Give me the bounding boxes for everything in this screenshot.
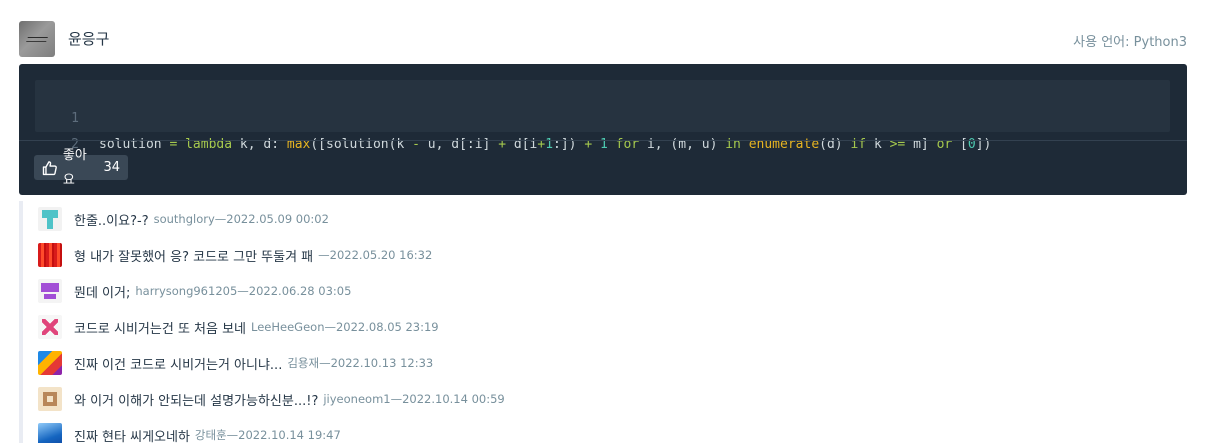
avatar[interactable] [38,279,62,303]
comment-text: 형 내가 잘못했어 응? 코드로 그만 뚜둘겨 패 [74,249,314,265]
comment-item: 코드로 시비거는건 또 처음 보네 LeeHeeGeon—2022.08.05 … [38,315,439,339]
comment-meta: 강태훈—2022.10.14 19:47 [194,428,341,442]
thumbs-up-icon [42,160,57,175]
comment-meta: 김용재—2022.10.13 12:33 [287,356,434,370]
avatar[interactable] [38,207,62,231]
solution-header: 윤응구 사용 언어: Python3 [19,21,1187,57]
comment-item: 진짜 이건 코드로 시비거는거 아니냐... 김용재—2022.10.13 12… [38,351,433,375]
solution-panel: 1 solution = lambda k, d: max([solution(… [19,64,1187,195]
like-button[interactable]: 좋아요 34 [34,148,128,188]
comment-text: 진짜 이건 코드로 시비거는거 아니냐... [74,357,283,373]
comment-item: 뭔데 이거; harrysong961205—2022.06.28 03:05 [38,279,351,303]
comment-text: 와 이거 이해가 안되는데 설명가능하신분...!? [74,393,319,409]
comment-meta: harrysong961205—2022.06.28 03:05 [135,284,352,298]
comment-meta: jiyeoneom1—2022.10.14 00:59 [323,392,505,406]
avatar[interactable] [38,243,62,267]
comment-text: 한줄..이요?-? [74,213,149,229]
like-label: 좋아요 [62,147,87,188]
code-line: 2 [35,106,1170,152]
avatar[interactable] [38,387,62,411]
language-label: 사용 언어: Python3 [1073,35,1187,50]
author-name[interactable]: 윤응구 [68,28,109,49]
code-line: 1 solution = lambda k, d: max([solution(… [35,80,1170,152]
avatar[interactable] [38,315,62,339]
like-count: 34 [103,160,120,175]
avatar[interactable] [38,351,62,375]
comment-item: 와 이거 이해가 안되는데 설명가능하신분...!? jiyeoneom1—20… [38,387,505,411]
comment-text: 뭔데 이거; [74,285,131,301]
comment-list: 한줄..이요?-? southglory—2022.05.09 00:02 형 … [19,201,1187,443]
comment-text: 코드로 시비거는건 또 처음 보네 [74,321,247,337]
code-text: solution = lambda k, d: max([solution(k … [99,137,992,152]
comment-meta: LeeHeeGeon—2022.08.05 23:19 [251,320,439,334]
comment-item: 형 내가 잘못했어 응? 코드로 그만 뚜둘겨 패 —2022.05.20 16… [38,243,432,267]
comment-meta: southglory—2022.05.09 00:02 [153,212,329,226]
comment-meta: —2022.05.20 16:32 [318,248,433,262]
comment-item: 한줄..이요?-? southglory—2022.05.09 00:02 [38,207,329,231]
code-block: 1 solution = lambda k, d: max([solution(… [35,80,1170,152]
comment-item: 진짜 현타 씨게오네하 강태훈—2022.10.14 19:47 [38,423,341,443]
avatar[interactable] [38,423,62,443]
avatar[interactable] [19,21,55,57]
divider [19,140,1187,141]
comment-text: 진짜 현타 씨게오네하 [74,429,190,443]
